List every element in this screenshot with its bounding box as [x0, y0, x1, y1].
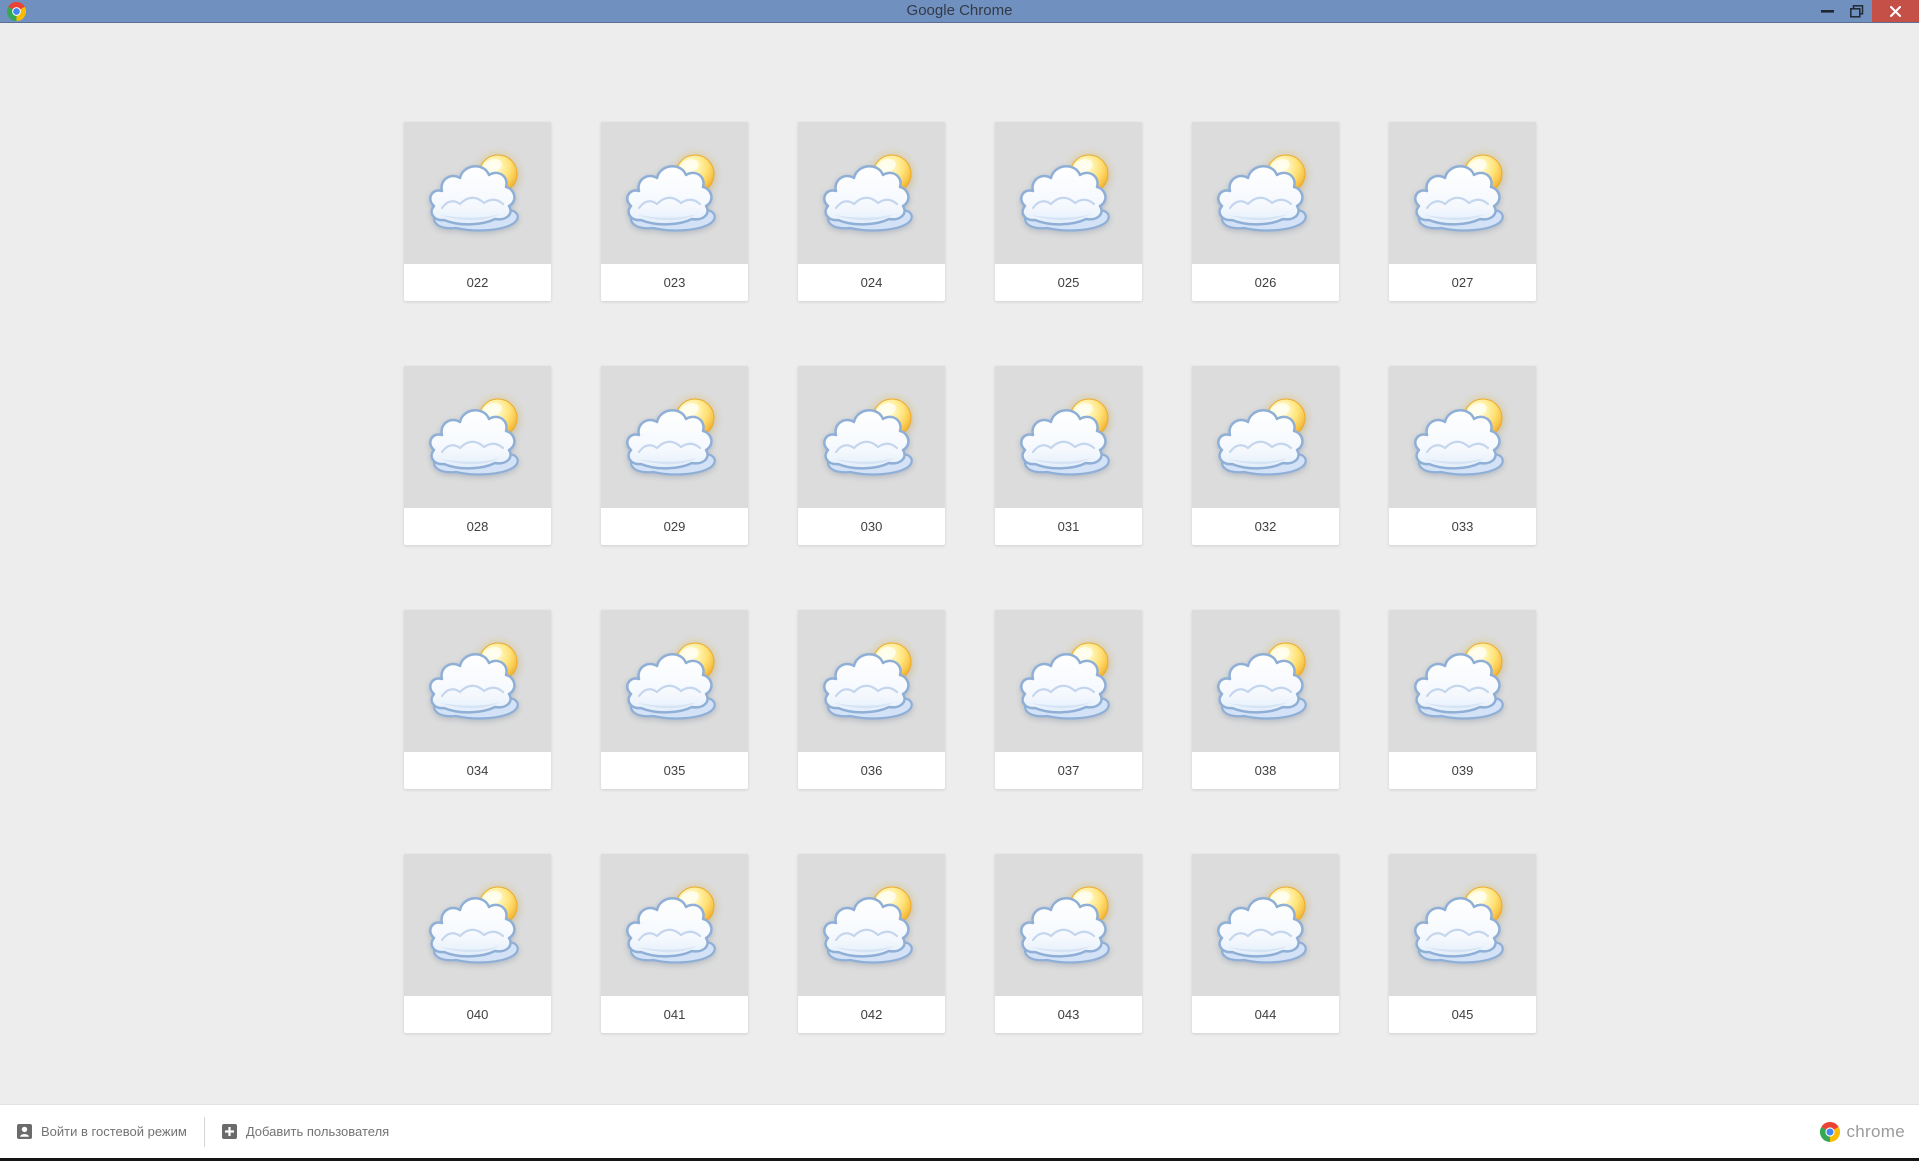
minimize-icon [1820, 9, 1834, 13]
profile-tile[interactable]: 029 [601, 366, 748, 545]
profile-name: 031 [995, 508, 1142, 545]
guest-person-icon [17, 1124, 32, 1139]
profile-name: 035 [601, 752, 748, 789]
profile-tile[interactable]: 027 [1389, 122, 1536, 301]
profile-name: 045 [1389, 996, 1536, 1033]
footer-bar: Войти в гостевой режим Добавить пользова… [0, 1104, 1919, 1158]
partly-cloudy-weather-icon [995, 854, 1142, 996]
profile-name: 040 [404, 996, 551, 1033]
profile-tile[interactable]: 031 [995, 366, 1142, 545]
add-user-plus-icon [221, 1124, 237, 1139]
close-icon [1890, 5, 1901, 17]
guest-mode-label: Войти в гостевой режим [41, 1124, 187, 1139]
partly-cloudy-weather-icon [1389, 122, 1536, 264]
profile-tile[interactable]: 022 [404, 122, 551, 301]
partly-cloudy-weather-icon [1389, 610, 1536, 752]
profile-name: 028 [404, 508, 551, 545]
profile-tile[interactable]: 041 [601, 854, 748, 1033]
profile-tile[interactable]: 032 [1192, 366, 1339, 545]
profile-name: 037 [995, 752, 1142, 789]
profile-tile[interactable]: 045 [1389, 854, 1536, 1033]
profile-tile[interactable]: 039 [1389, 610, 1536, 789]
profile-name: 032 [1192, 508, 1339, 545]
profile-tile[interactable]: 035 [601, 610, 748, 789]
partly-cloudy-weather-icon [995, 122, 1142, 264]
chrome-brand: chrome [1820, 1105, 1906, 1158]
partly-cloudy-weather-icon [601, 122, 748, 264]
partly-cloudy-weather-icon [1192, 610, 1339, 752]
profile-tile[interactable]: 036 [798, 610, 945, 789]
profile-tile[interactable]: 024 [798, 122, 945, 301]
partly-cloudy-weather-icon [601, 610, 748, 752]
profile-name: 033 [1389, 508, 1536, 545]
profile-tile[interactable]: 042 [798, 854, 945, 1033]
chrome-app-icon [7, 2, 26, 21]
profile-tile[interactable]: 023 [601, 122, 748, 301]
profile-tile[interactable]: 025 [995, 122, 1142, 301]
profile-name: 043 [995, 996, 1142, 1033]
profile-name: 030 [798, 508, 945, 545]
add-user-button[interactable]: Добавить пользователя [205, 1105, 406, 1158]
profile-tile[interactable]: 040 [404, 854, 551, 1033]
profile-tile[interactable]: 034 [404, 610, 551, 789]
titlebar: Google Chrome [0, 0, 1919, 23]
partly-cloudy-weather-icon [798, 122, 945, 264]
chrome-logo-icon [1820, 1122, 1840, 1142]
profile-name: 039 [1389, 752, 1536, 789]
profile-name: 038 [1192, 752, 1339, 789]
partly-cloudy-weather-icon [995, 610, 1142, 752]
window-title: Google Chrome [906, 2, 1013, 19]
partly-cloudy-weather-icon [404, 122, 551, 264]
partly-cloudy-weather-icon [995, 366, 1142, 508]
partly-cloudy-weather-icon [404, 854, 551, 996]
profile-name: 022 [404, 264, 551, 301]
profile-name: 024 [798, 264, 945, 301]
partly-cloudy-weather-icon [1389, 366, 1536, 508]
profile-tile[interactable]: 043 [995, 854, 1142, 1033]
main-area: 022 023 024 025 026 027 028 029 030 031 … [0, 23, 1919, 1104]
profile-tile[interactable]: 044 [1192, 854, 1339, 1033]
partly-cloudy-weather-icon [798, 610, 945, 752]
profile-name: 044 [1192, 996, 1339, 1033]
partly-cloudy-weather-icon [798, 854, 945, 996]
profile-name: 029 [601, 508, 748, 545]
partly-cloudy-weather-icon [1192, 854, 1339, 996]
partly-cloudy-weather-icon [404, 366, 551, 508]
profile-name: 042 [798, 996, 945, 1033]
partly-cloudy-weather-icon [798, 366, 945, 508]
partly-cloudy-weather-icon [1389, 854, 1536, 996]
profile-tile[interactable]: 033 [1389, 366, 1536, 545]
profile-name: 041 [601, 996, 748, 1033]
profile-name: 026 [1192, 264, 1339, 301]
close-button[interactable] [1872, 0, 1919, 22]
chrome-wordmark: chrome [1846, 1121, 1905, 1141]
profile-name: 027 [1389, 264, 1536, 301]
partly-cloudy-weather-icon [601, 366, 748, 508]
profile-name: 025 [995, 264, 1142, 301]
profile-tile[interactable]: 038 [1192, 610, 1339, 789]
profile-name: 034 [404, 752, 551, 789]
window-controls [1812, 0, 1919, 22]
profile-tile[interactable]: 026 [1192, 122, 1339, 301]
partly-cloudy-weather-icon [601, 854, 748, 996]
partly-cloudy-weather-icon [1192, 366, 1339, 508]
profile-tile[interactable]: 028 [404, 366, 551, 545]
partly-cloudy-weather-icon [1192, 122, 1339, 264]
add-user-label: Добавить пользователя [245, 1124, 390, 1139]
profile-tile[interactable]: 037 [995, 610, 1142, 789]
minimize-button[interactable] [1812, 0, 1842, 22]
restore-icon [1850, 4, 1864, 18]
profile-tile[interactable]: 030 [798, 366, 945, 545]
profile-name: 023 [601, 264, 748, 301]
restore-button[interactable] [1842, 0, 1872, 22]
partly-cloudy-weather-icon [404, 610, 551, 752]
guest-mode-button[interactable]: Войти в гостевой режим [0, 1105, 204, 1158]
profile-grid: 022 023 024 025 026 027 028 029 030 031 … [404, 122, 1536, 1033]
profile-name: 036 [798, 752, 945, 789]
